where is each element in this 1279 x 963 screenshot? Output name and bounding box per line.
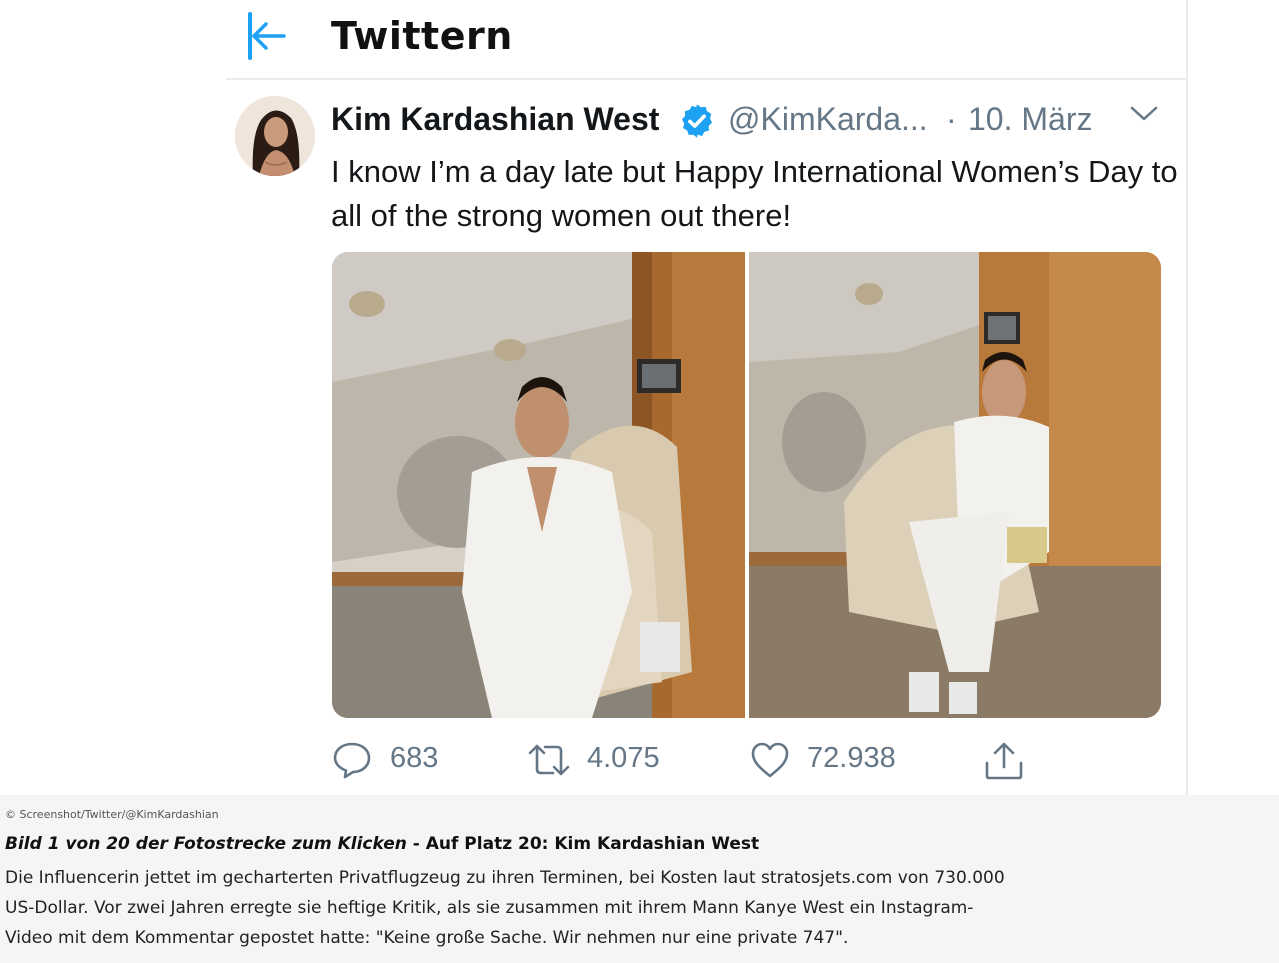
reply-icon	[333, 742, 371, 779]
avatar[interactable]	[235, 96, 315, 176]
caption-title-gallery[interactable]: Bild 1 von 20 der Fotostrecke zum Klicke…	[5, 834, 407, 854]
chevron-down-icon[interactable]	[1126, 100, 1162, 128]
tweet-screenshot: Twittern Kim Kardashian West @KimKarda..…	[0, 0, 1279, 795]
caption-title: Bild 1 von 20 der Fotostrecke zum Klicke…	[5, 834, 759, 854]
caption-body: Die Influencerin jettet im gecharterten …	[5, 868, 1005, 948]
heart-icon	[751, 742, 789, 778]
divider	[1186, 0, 1188, 795]
back-arrow-icon[interactable]	[244, 10, 288, 62]
caption-title-rest: - Auf Platz 20: Kim Kardashian West	[406, 834, 760, 854]
tweet-photo-1[interactable]	[332, 252, 745, 718]
image-credit: © Screenshot/Twitter/@KimKardashian	[5, 808, 219, 821]
tweet-date[interactable]: 10. März	[968, 101, 1092, 138]
separator: ·	[946, 101, 957, 137]
tweet-media[interactable]	[332, 252, 1161, 718]
reply-button[interactable]: 683	[332, 738, 452, 782]
verified-badge-icon	[681, 104, 713, 138]
author-name[interactable]: Kim Kardashian West	[331, 101, 659, 138]
tweet-text: I know I’m a day late but Happy Internat…	[331, 154, 1178, 233]
retweet-button[interactable]: 4.075	[527, 738, 667, 782]
reply-count: 683	[390, 742, 439, 774]
retweet-icon	[528, 744, 570, 776]
tweet-photo-2[interactable]	[749, 252, 1161, 718]
author-handle[interactable]: @KimKarda...	[728, 101, 928, 138]
page-title: Twittern	[331, 14, 513, 58]
like-count: 72.938	[807, 742, 896, 774]
share-button[interactable]	[983, 738, 1027, 782]
share-icon	[985, 742, 1023, 780]
retweet-count: 4.075	[587, 742, 660, 774]
like-button[interactable]: 72.938	[750, 738, 900, 782]
